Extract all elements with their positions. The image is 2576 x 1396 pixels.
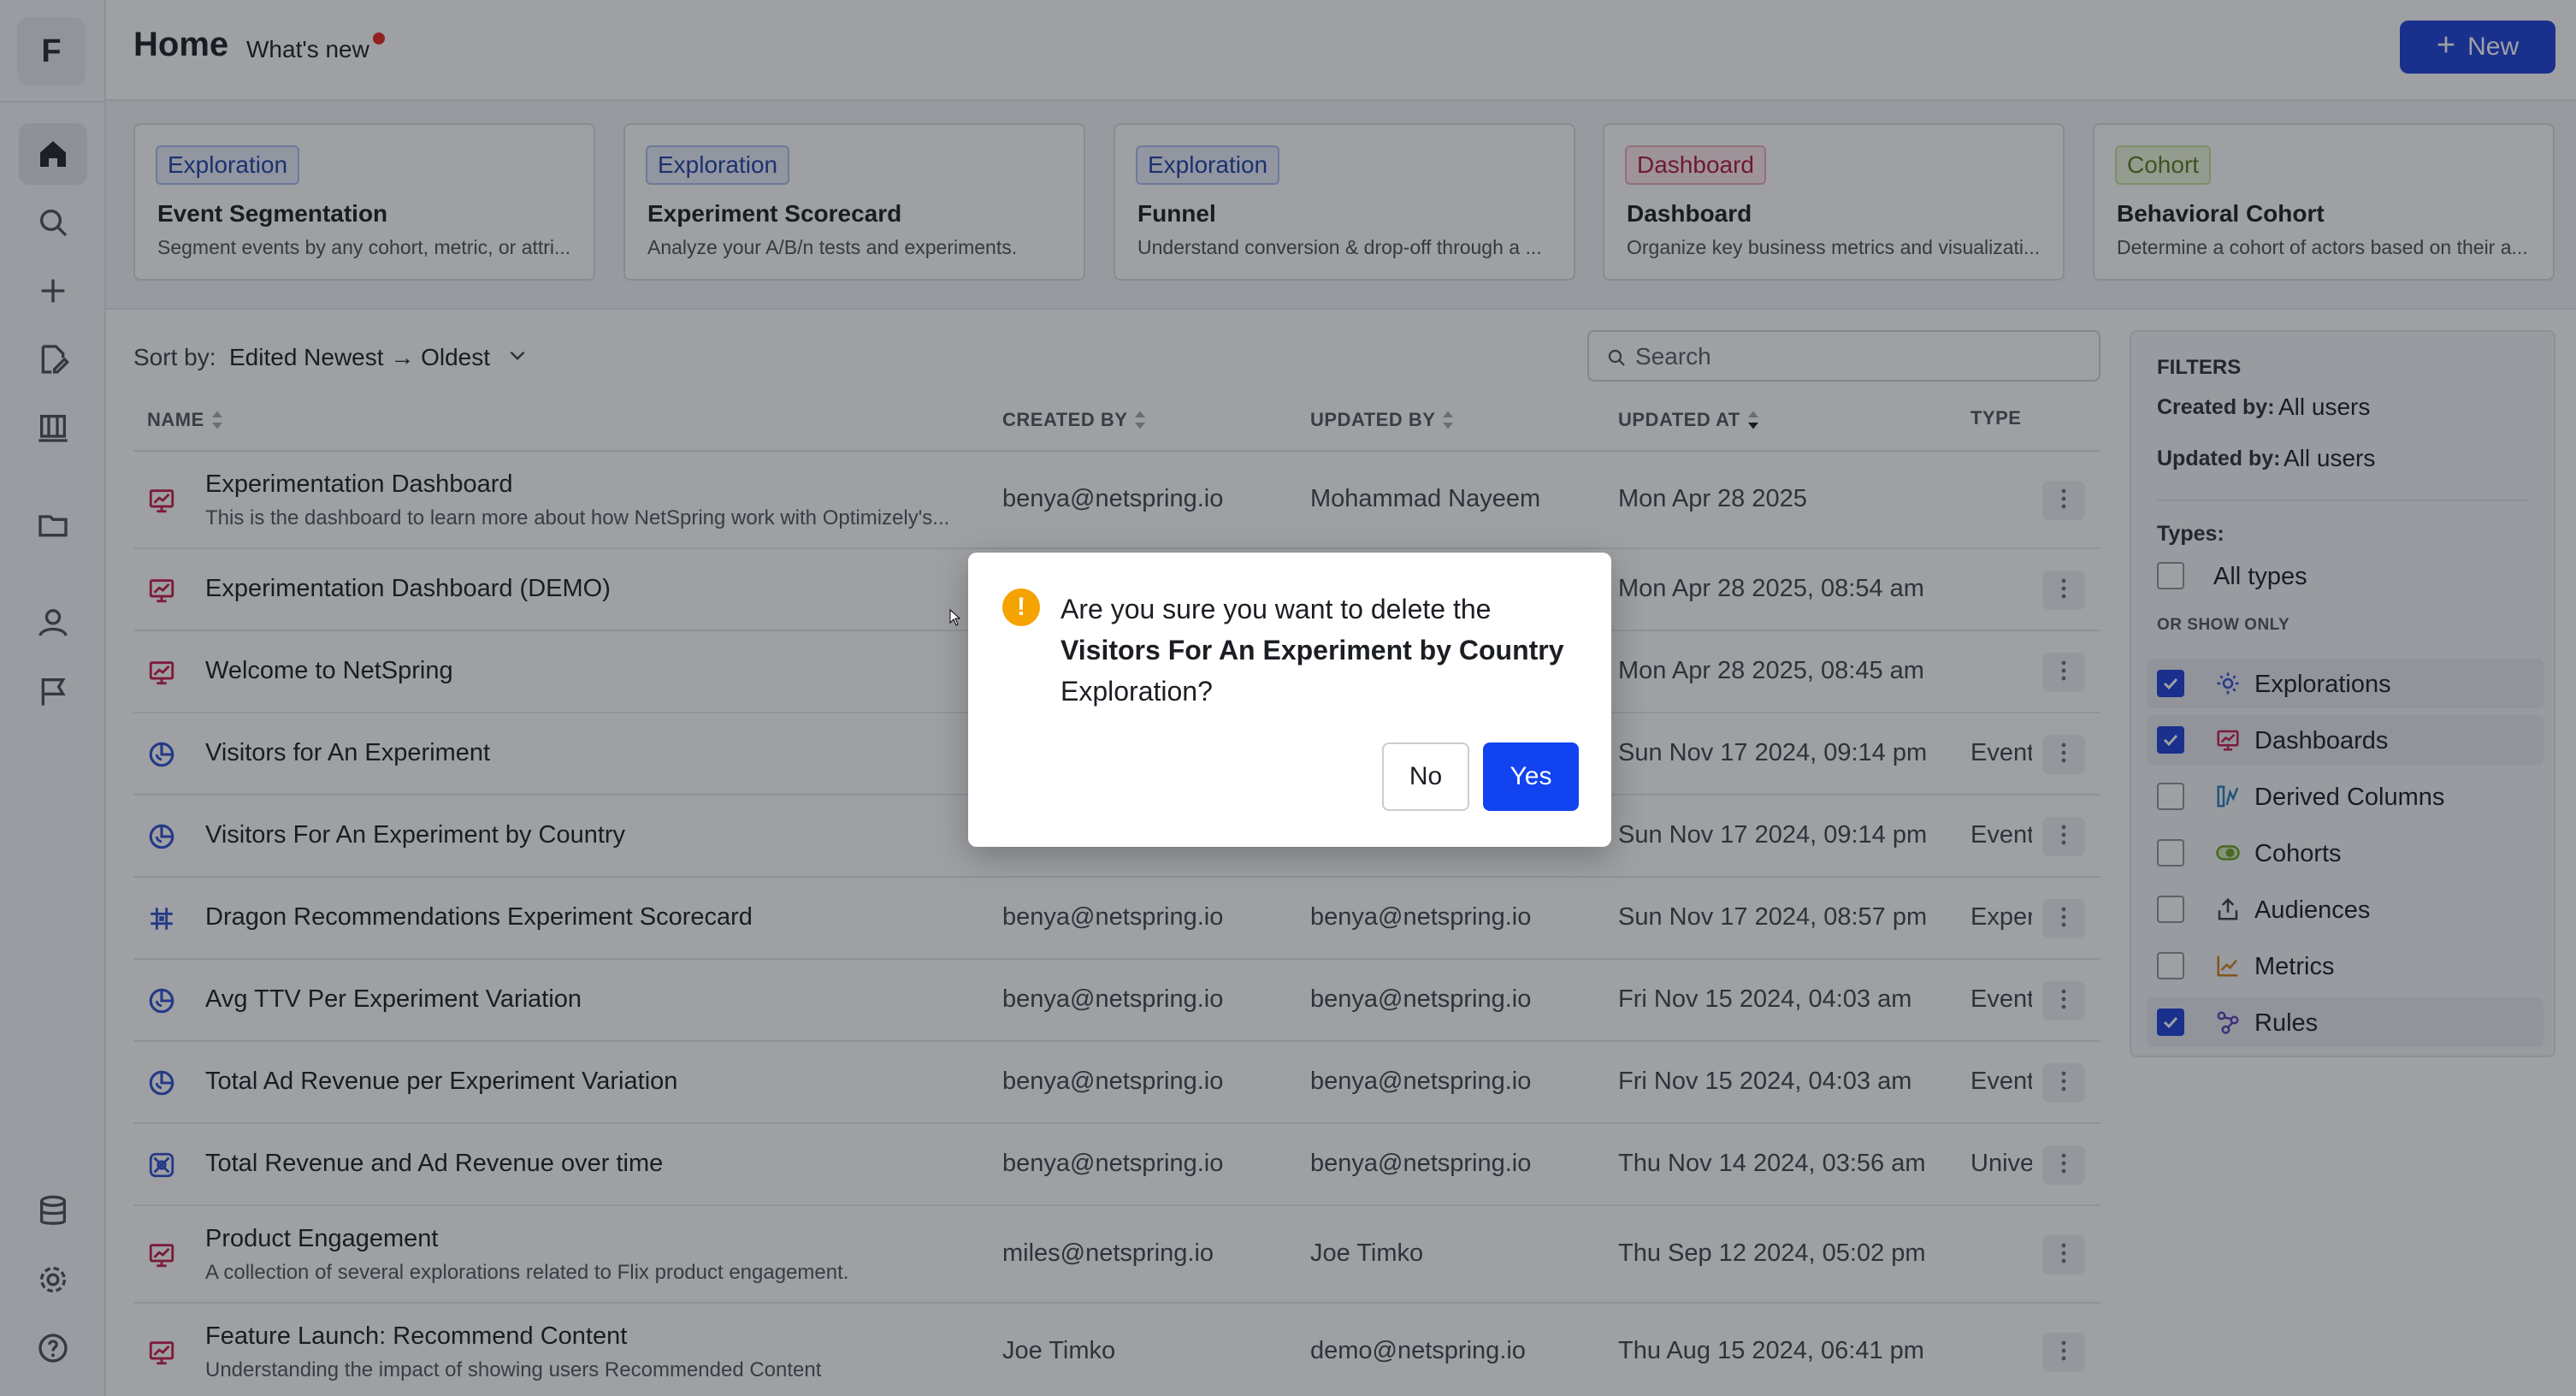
warning-icon: ! (1002, 589, 1040, 626)
mouse-cursor-icon (949, 609, 961, 626)
dialog-item-name: Visitors For An Experiment by Country (1061, 635, 1564, 665)
delete-confirm-dialog: ! Are you sure you want to delete the Vi… (968, 553, 1611, 847)
dialog-message: Are you sure you want to delete the Visi… (1061, 589, 1591, 712)
no-button[interactable]: No (1382, 742, 1469, 811)
yes-button[interactable]: Yes (1483, 742, 1579, 811)
dialog-line-3: Exploration? (1061, 676, 1213, 707)
dialog-line-1: Are you sure you want to delete the (1061, 594, 1492, 624)
